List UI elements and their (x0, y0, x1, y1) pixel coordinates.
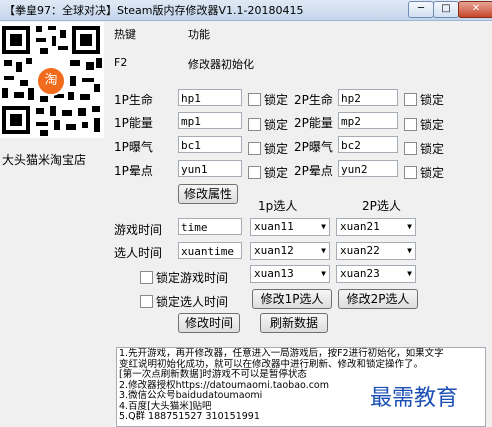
p1-hp-label: 1P生命 (114, 93, 153, 107)
maximize-button[interactable]: □ (433, 1, 459, 18)
modify-1p-button[interactable]: 修改1P选人 (252, 289, 332, 309)
title-bar[interactable]: 【拳皇97：全球对决】Steam版内存修改器V1.1-20180415 ─ □ … (0, 0, 492, 21)
p1-yun-label: 1P晕点 (114, 164, 153, 178)
minimize-button[interactable]: ─ (408, 1, 434, 18)
hotkey-key: F2 (114, 56, 128, 69)
lock-label: 锁定 (264, 118, 289, 132)
p2-bc-lock-checkbox[interactable]: 锁定 (404, 140, 444, 157)
dropdown-arrow-icon: ▼ (407, 222, 412, 231)
p2-char-select-3[interactable]: xuan23 ▼ (336, 265, 416, 283)
select-time-input[interactable]: xuantime (178, 242, 242, 259)
select-value: xuan11 (254, 220, 294, 233)
p2-bc-input[interactable]: bc2 (338, 136, 398, 153)
function-header: 功能 (188, 28, 210, 41)
watermark: 最需教育 (370, 386, 459, 411)
hotkey-header: 热键 (114, 28, 136, 41)
lock-label: 锁定 (264, 93, 289, 107)
p2-char-select-1[interactable]: xuan21 ▼ (336, 218, 416, 236)
p1-char-select-1[interactable]: xuan11 ▼ (250, 218, 330, 236)
dropdown-arrow-icon: ▼ (407, 246, 412, 255)
modify-attributes-button[interactable]: 修改属性 (178, 184, 238, 204)
lock-game-time-label: 锁定游戏时间 (156, 271, 229, 285)
lock-label: 锁定 (420, 118, 445, 132)
p1-bc-lock-checkbox[interactable]: 锁定 (248, 140, 288, 157)
p1-yun-input[interactable]: yun1 (178, 160, 242, 177)
game-time-label: 游戏时间 (114, 223, 163, 237)
lock-label: 锁定 (420, 93, 445, 107)
modify-2p-button[interactable]: 修改2P选人 (338, 289, 418, 309)
p1-mp-lock-checkbox[interactable]: 锁定 (248, 116, 288, 133)
p2-yun-input[interactable]: yun2 (338, 160, 398, 177)
app-window: 【拳皇97：全球对决】Steam版内存修改器V1.1-20180415 ─ □ … (0, 0, 492, 427)
p2-hp-lock-checkbox[interactable]: 锁定 (404, 91, 444, 108)
p2-yun-lock-checkbox[interactable]: 锁定 (404, 164, 444, 181)
select-time-label: 选人时间 (114, 246, 163, 260)
lock-select-time-checkbox[interactable]: 锁定选人时间 (140, 293, 228, 310)
shop-name: 大头猫米淘宝店 (2, 153, 87, 167)
p2-mp-lock-checkbox[interactable]: 锁定 (404, 116, 444, 133)
p2-mp-label: 2P能量 (294, 116, 333, 130)
p2-bc-label: 2P曝气 (294, 140, 333, 154)
window-title: 【拳皇97：全球对决】Steam版内存修改器V1.1-20180415 (4, 4, 304, 17)
p1-mp-label: 1P能量 (114, 116, 153, 130)
select-value: xuan22 (340, 244, 380, 257)
lock-label: 锁定 (264, 166, 289, 180)
lock-label: 锁定 (264, 142, 289, 156)
note-line: 5.Q群 188751527 310151991 (119, 411, 260, 422)
p1-char-select-2[interactable]: xuan12 ▼ (250, 242, 330, 260)
taobao-logo-icon: 淘 (36, 66, 66, 96)
p2-select-header: 2P选人 (362, 199, 401, 213)
close-button[interactable]: ✕ (458, 1, 492, 18)
main-panel: 热键 功能 F2 修改器初始化 1P生命 hp1 锁定 2P生命 hp2 锁定 … (110, 20, 492, 427)
dropdown-arrow-icon: ▼ (321, 222, 326, 231)
lock-label: 锁定 (420, 166, 445, 180)
note-line: 1.先开游戏，再开修改器，任意进入一局游戏后，按F2进行初始化，如果文字 (119, 348, 444, 359)
p1-yun-lock-checkbox[interactable]: 锁定 (248, 164, 288, 181)
p1-bc-label: 1P曝气 (114, 140, 153, 154)
p2-yun-label: 2P晕点 (294, 164, 333, 178)
p2-hp-input[interactable]: hp2 (338, 89, 398, 106)
select-value: xuan21 (340, 220, 380, 233)
dropdown-arrow-icon: ▼ (407, 269, 412, 278)
lock-label: 锁定 (420, 142, 445, 156)
modify-time-button[interactable]: 修改时间 (178, 313, 240, 333)
note-line: [第一次点刷新数据]时游戏不可以是暂停状态 (119, 369, 307, 380)
select-value: xuan23 (340, 267, 380, 280)
p1-mp-input[interactable]: mp1 (178, 112, 242, 129)
p2-hp-label: 2P生命 (294, 93, 333, 107)
game-time-input[interactable]: time (178, 218, 242, 235)
dropdown-arrow-icon: ▼ (321, 246, 326, 255)
qr-code: 淘 (0, 22, 104, 138)
p2-mp-input[interactable]: mp2 (338, 112, 398, 129)
dropdown-arrow-icon: ▼ (321, 269, 326, 278)
p1-hp-lock-checkbox[interactable]: 锁定 (248, 91, 288, 108)
p1-hp-input[interactable]: hp1 (178, 89, 242, 106)
lock-game-time-checkbox[interactable]: 锁定游戏时间 (140, 269, 228, 286)
p1-char-select-3[interactable]: xuan13 ▼ (250, 265, 330, 283)
p1-select-header: 1p选人 (258, 199, 298, 213)
p1-bc-input[interactable]: bc1 (178, 136, 242, 153)
select-value: xuan12 (254, 244, 294, 257)
hotkey-description: 修改器初始化 (188, 58, 254, 71)
lock-select-time-label: 锁定选人时间 (156, 295, 229, 309)
p2-char-select-2[interactable]: xuan22 ▼ (336, 242, 416, 260)
select-value: xuan13 (254, 267, 294, 280)
refresh-data-button[interactable]: 刷新数据 (260, 313, 328, 333)
